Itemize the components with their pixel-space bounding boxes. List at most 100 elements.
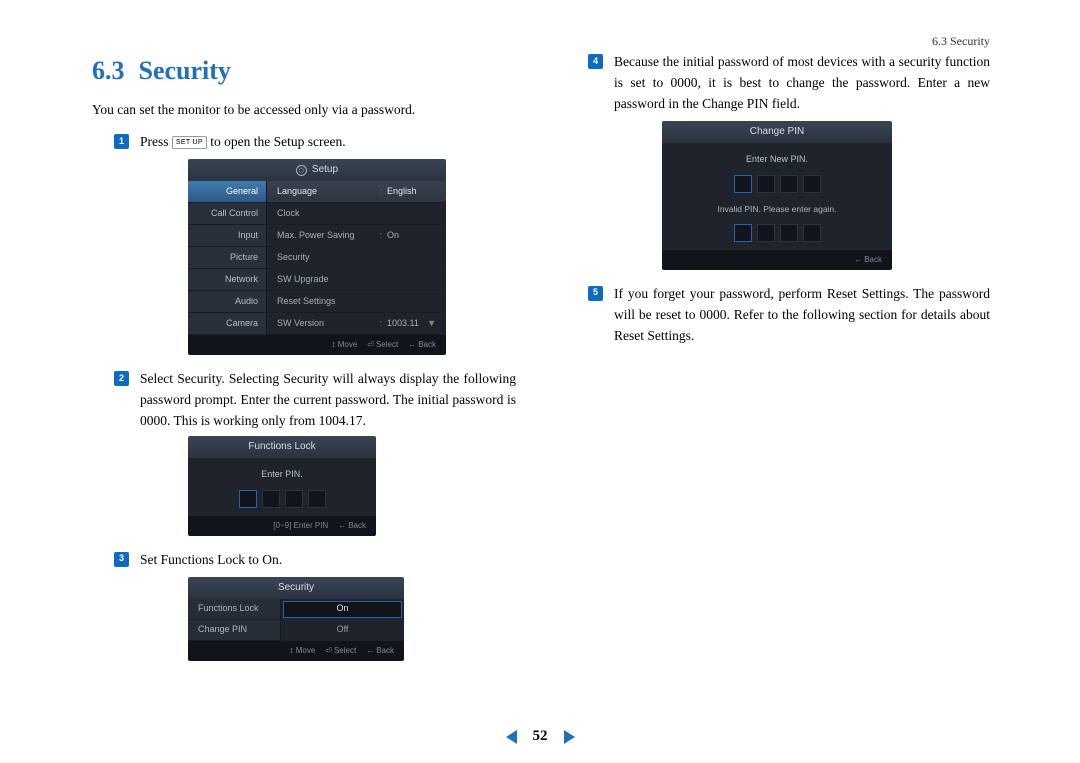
left-column: 6.3Security You can set the monitor to b… [92, 52, 516, 675]
back-hint: Back [366, 645, 394, 657]
osd-label: Language [277, 185, 375, 199]
move-hint: Move [289, 644, 315, 658]
page-navigation: 52 [0, 728, 1080, 745]
step-badge-1: 1 [114, 134, 129, 149]
next-page-icon[interactable] [564, 730, 575, 744]
step-badge-2: 2 [114, 371, 129, 386]
setup-key-icon: SET UP [172, 136, 207, 149]
osd-change-pin-screenshot: Change PIN Enter New PIN. Invalid PIN. P… [662, 121, 892, 270]
section-heading: 6.3Security [92, 56, 516, 86]
osd-row-security: Security [267, 247, 446, 269]
chevron-down-icon: ▼ [427, 317, 436, 331]
osd-security-right: On Off [280, 599, 404, 641]
enter-pin-hint: [0~9] Enter PIN [273, 520, 328, 532]
osd-side-picture: Picture [188, 247, 266, 269]
osd-value: On [387, 229, 436, 243]
osd-setup-title-text: Setup [312, 162, 338, 178]
osd-setup-sidebar: General Call Control Input Picture Netwo… [188, 181, 266, 335]
step-badge-3: 3 [114, 552, 129, 567]
pin-box [285, 490, 303, 508]
invalid-pin-label: Invalid PIN. Please enter again. [662, 203, 892, 216]
step-badge-5: 5 [588, 286, 603, 301]
pin-row [188, 490, 376, 508]
pin-box [803, 175, 821, 193]
step-1-text-a: Press [140, 134, 172, 149]
gear-icon [296, 165, 307, 176]
osd-row-reset: Reset Settings [267, 291, 446, 313]
osd-label: Max. Power Saving [277, 229, 375, 243]
osd-option-off: Off [281, 620, 404, 641]
manual-page: 6.3 Security 6.3Security You can set the… [0, 0, 1080, 763]
pin-box [734, 224, 752, 242]
step-3-text: Set Functions Lock to On. [140, 552, 282, 567]
right-column: 4 Because the initial password of most d… [566, 52, 990, 675]
step-4-text: Because the initial password of most dev… [614, 54, 990, 111]
osd-sec-change-pin: Change PIN [188, 620, 280, 641]
osd-side-general: General [188, 181, 266, 203]
back-hint: Back [338, 520, 366, 532]
osd-value: 1003.11 [387, 317, 427, 331]
osd-label: Reset Settings [277, 295, 375, 309]
pin-box [780, 224, 798, 242]
prev-page-icon[interactable] [506, 730, 517, 744]
osd-setup-screenshot: Setup General Call Control Input Picture… [188, 159, 446, 355]
osd-label: SW Version [277, 317, 375, 331]
osd-row-swversion: SW Version:1003.11▼ [267, 313, 446, 335]
pin-box [780, 175, 798, 193]
pin-box [308, 490, 326, 508]
back-hint: Back [854, 254, 882, 266]
osd-setup-footer: Move Select Back [188, 335, 446, 355]
back-hint: Back [408, 339, 436, 351]
pin-box [757, 224, 775, 242]
osd-side-camera: Camera [188, 313, 266, 335]
pin-row-new [662, 175, 892, 193]
step-3: 3 Set Functions Lock to On. Security Fun… [92, 550, 516, 661]
osd-security-left: Functions Lock Change PIN [188, 599, 280, 641]
step-5-text: If you forget your password, perform Res… [614, 286, 990, 343]
pin-box [262, 490, 280, 508]
osd-value: English [387, 185, 436, 199]
osd-lock-footer: [0~9] Enter PIN Back [188, 516, 376, 536]
osd-side-audio: Audio [188, 291, 266, 313]
osd-setup-main: Language:English Clock Max. Power Saving… [266, 181, 446, 335]
pin-box [803, 224, 821, 242]
osd-lock-title: Functions Lock [188, 436, 376, 458]
step-1: 1 Press SET UP to open the Setup screen.… [92, 132, 516, 355]
enter-pin-label: Enter PIN. [188, 468, 376, 482]
move-hint: Move [331, 338, 357, 352]
osd-label: Clock [277, 207, 375, 221]
osd-security-screenshot: Security Functions Lock Change PIN On Of… [188, 577, 404, 661]
step-5: 5 If you forget your password, perform R… [566, 284, 990, 347]
osd-change-footer: Back [662, 250, 892, 270]
osd-side-network: Network [188, 269, 266, 291]
osd-label: Security [277, 251, 375, 265]
osd-setup-title: Setup [188, 159, 446, 181]
osd-side-input: Input [188, 225, 266, 247]
enter-new-pin-label: Enter New PIN. [662, 153, 892, 167]
pin-box [239, 490, 257, 508]
osd-option-on: On [283, 601, 402, 618]
osd-change-title: Change PIN [662, 121, 892, 143]
page-number: 52 [533, 728, 548, 745]
osd-row-language: Language:English [267, 181, 446, 203]
breadcrumb: 6.3 Security [932, 34, 990, 49]
osd-security-title: Security [188, 577, 404, 599]
select-hint: Select [367, 339, 398, 351]
osd-label: SW Upgrade [277, 273, 375, 287]
osd-row-maxpower: Max. Power Saving:On [267, 225, 446, 247]
step-2-text: Select Security. Selecting Security will… [140, 371, 516, 428]
step-4: 4 Because the initial password of most d… [566, 52, 990, 270]
osd-side-callcontrol: Call Control [188, 203, 266, 225]
step-2: 2 Select Security. Selecting Security wi… [92, 369, 516, 536]
pin-box [734, 175, 752, 193]
select-hint: Select [325, 645, 356, 657]
intro-text: You can set the monitor to be accessed o… [92, 100, 516, 120]
osd-security-footer: Move Select Back [188, 641, 404, 661]
osd-row-swupgrade: SW Upgrade [267, 269, 446, 291]
osd-row-clock: Clock [267, 203, 446, 225]
osd-functions-lock-screenshot: Functions Lock Enter PIN. [0~9] Ent [188, 436, 376, 536]
section-number: 6.3 [92, 56, 125, 85]
pin-box [757, 175, 775, 193]
osd-sec-functions-lock: Functions Lock [188, 599, 280, 620]
pin-row-retry [662, 224, 892, 242]
